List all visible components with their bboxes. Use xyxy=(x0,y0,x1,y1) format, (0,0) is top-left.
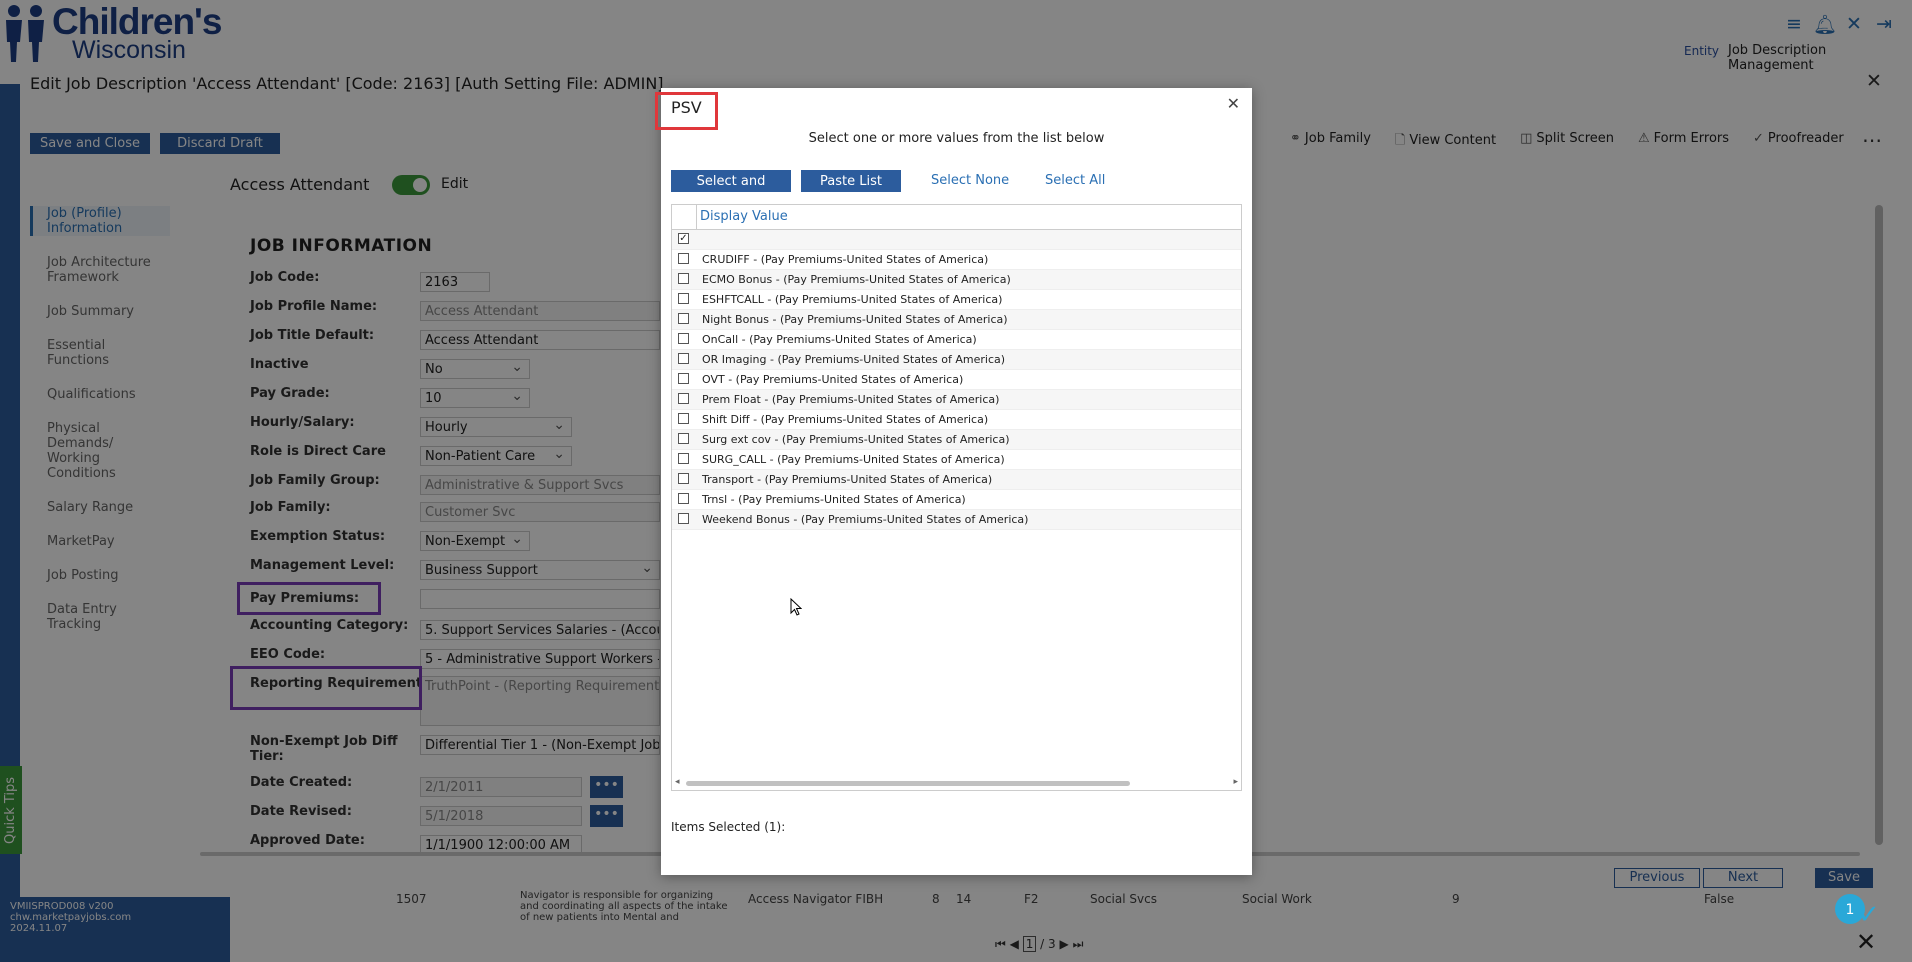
row-checkbox[interactable] xyxy=(678,353,689,364)
checkmark-logo-icon: ✓ xyxy=(1858,900,1880,930)
scroll-left-icon[interactable]: ◂ xyxy=(675,777,680,787)
row-label: OnCall - (Pay Premiums-United States of … xyxy=(702,333,977,346)
row-label: SURG_CALL - (Pay Premiums-United States … xyxy=(702,453,1005,466)
row-checkbox[interactable] xyxy=(678,253,689,264)
row-label: Prem Float - (Pay Premiums-United States… xyxy=(702,393,1000,406)
list-item[interactable]: Transport - (Pay Premiums-United States … xyxy=(672,470,1241,490)
row-label: OVT - (Pay Premiums-United States of Ame… xyxy=(702,373,964,386)
list-item[interactable]: Surg ext cov - (Pay Premiums-United Stat… xyxy=(672,430,1241,450)
psv-modal: PSV ✕ Select one or more values from the… xyxy=(655,88,1252,875)
items-selected-label: Items Selected (1): xyxy=(671,820,786,834)
scroll-right-icon[interactable]: ▸ xyxy=(1233,777,1238,787)
grid-body: ✓ CRUDIFF - (Pay Premiums-United States … xyxy=(672,230,1241,530)
row-label: Trnsl - (Pay Premiums-United States of A… xyxy=(702,493,966,506)
row-label: Weekend Bonus - (Pay Premiums-United Sta… xyxy=(702,513,1029,526)
row-label: Night Bonus - (Pay Premiums-United State… xyxy=(702,313,1008,326)
list-item[interactable]: ESHFTCALL - (Pay Premiums-United States … xyxy=(672,290,1241,310)
paste-list-button[interactable]: Paste List xyxy=(801,170,901,192)
row-label: ECMO Bonus - (Pay Premiums-United States… xyxy=(702,273,1011,286)
row-checkbox[interactable] xyxy=(678,433,689,444)
select-none-link[interactable]: Select None xyxy=(931,170,1009,192)
checked-checkbox[interactable]: ✓ xyxy=(678,233,689,244)
row-checkbox[interactable] xyxy=(678,313,689,324)
row-checkbox[interactable] xyxy=(678,413,689,424)
row-label: Surg ext cov - (Pay Premiums-United Stat… xyxy=(702,433,1010,446)
list-item[interactable]: ✓ xyxy=(672,230,1241,250)
grid-horizontal-scrollbar[interactable]: ◂ ▸ xyxy=(672,776,1241,790)
x-logo-icon: ✕ xyxy=(1856,928,1877,956)
list-item[interactable]: Night Bonus - (Pay Premiums-United State… xyxy=(672,310,1241,330)
row-checkbox[interactable] xyxy=(678,473,689,484)
row-label: OR Imaging - (Pay Premiums-United States… xyxy=(702,353,1006,366)
grid-header: Display Value xyxy=(672,205,1241,230)
row-label: CRUDIFF - (Pay Premiums-United States of… xyxy=(702,253,989,266)
list-item[interactable]: OVT - (Pay Premiums-United States of Ame… xyxy=(672,370,1241,390)
row-checkbox[interactable] xyxy=(678,293,689,304)
row-label: ESHFTCALL - (Pay Premiums-United States … xyxy=(702,293,1003,306)
list-item[interactable]: Trnsl - (Pay Premiums-United States of A… xyxy=(672,490,1241,510)
badge-count: 1 xyxy=(1846,902,1855,918)
select-all-link[interactable]: Select All xyxy=(1045,170,1105,192)
row-checkbox[interactable] xyxy=(678,393,689,404)
row-checkbox[interactable] xyxy=(678,373,689,384)
modal-title: PSV xyxy=(671,98,702,117)
row-label: Shift Diff - (Pay Premiums-United States… xyxy=(702,413,989,426)
list-item[interactable]: Shift Diff - (Pay Premiums-United States… xyxy=(672,410,1241,430)
row-checkbox[interactable] xyxy=(678,493,689,504)
mouse-cursor-icon xyxy=(790,598,802,616)
values-grid: Display Value ✓ CRUDIFF - (Pay Premiums-… xyxy=(671,204,1242,791)
row-checkbox[interactable] xyxy=(678,453,689,464)
list-item[interactable]: OR Imaging - (Pay Premiums-United States… xyxy=(672,350,1241,370)
list-item[interactable]: Prem Float - (Pay Premiums-United States… xyxy=(672,390,1241,410)
scroll-thumb[interactable] xyxy=(686,781,1130,786)
modal-instructions: Select one or more values from the list … xyxy=(808,131,1105,146)
list-item[interactable]: ECMO Bonus - (Pay Premiums-United States… xyxy=(672,270,1241,290)
row-checkbox[interactable] xyxy=(678,333,689,344)
list-item[interactable]: Weekend Bonus - (Pay Premiums-United Sta… xyxy=(672,510,1241,530)
select-and-close-button[interactable]: Select and Close xyxy=(671,170,791,211)
row-label: Transport - (Pay Premiums-United States … xyxy=(702,473,993,486)
row-checkbox[interactable] xyxy=(678,273,689,284)
close-icon[interactable]: ✕ xyxy=(1227,94,1240,113)
column-display-value[interactable]: Display Value xyxy=(700,209,788,224)
row-checkbox[interactable] xyxy=(678,513,689,524)
list-item[interactable]: CRUDIFF - (Pay Premiums-United States of… xyxy=(672,250,1241,270)
list-item[interactable]: SURG_CALL - (Pay Premiums-United States … xyxy=(672,450,1241,470)
list-item[interactable]: OnCall - (Pay Premiums-United States of … xyxy=(672,330,1241,350)
